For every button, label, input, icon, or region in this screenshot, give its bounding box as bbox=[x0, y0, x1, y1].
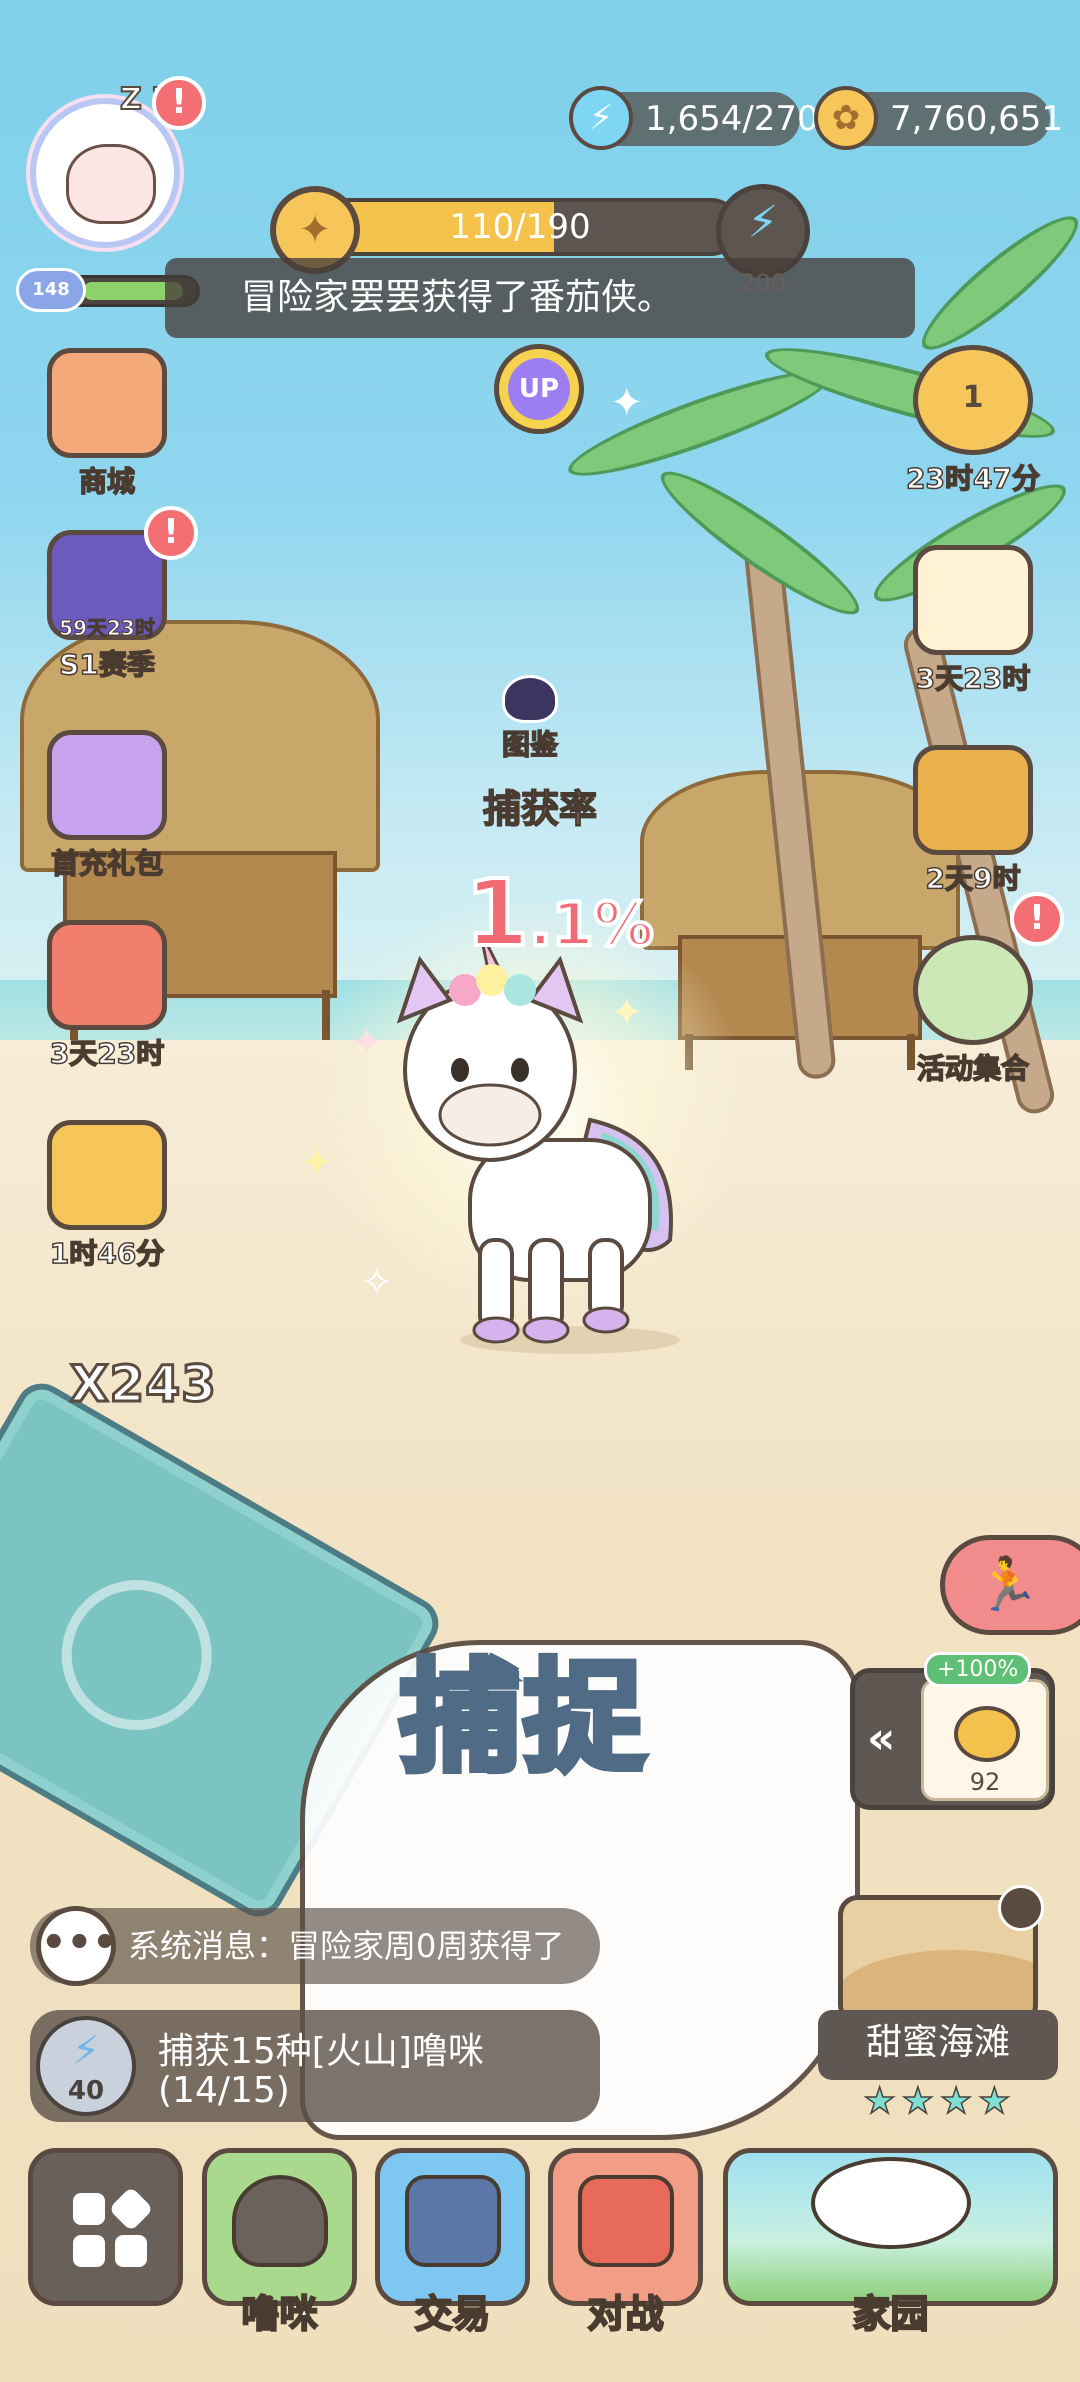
menu-grid-icon bbox=[73, 2186, 154, 2269]
quest-energy-icon: ⚡ 40 bbox=[36, 2016, 136, 2116]
location-stars: ★★★★ bbox=[863, 2080, 1017, 2123]
capture-rate-value: 1.1% bbox=[463, 858, 656, 969]
candy-bonus: +100% bbox=[924, 1652, 1032, 1687]
cat-silhouette-icon bbox=[502, 675, 558, 723]
left-menu-treasure[interactable]: 3天23时 bbox=[22, 920, 192, 1072]
up-label: UP bbox=[508, 358, 570, 420]
nav-trade-button[interactable]: 交易 bbox=[375, 2148, 530, 2337]
location-selector[interactable]: 甜蜜海滩 ★★★★ bbox=[818, 1885, 1058, 2123]
shop-icon bbox=[47, 348, 167, 458]
progress-text: 110/190 bbox=[449, 207, 591, 247]
candy-item-slot[interactable]: « +100% 92 bbox=[850, 1652, 1055, 1810]
energy-bolt-icon: ⚡ bbox=[569, 86, 633, 150]
broadcast-ticker: 冒险家罢罢获得了番茄侠。 bbox=[165, 258, 915, 338]
gold-counter[interactable]: ✿ 7,760,651 bbox=[814, 86, 1063, 150]
penguin-box-icon bbox=[47, 1120, 167, 1230]
collection-button[interactable]: 图鉴 bbox=[480, 675, 580, 763]
level-badge: 148 bbox=[16, 268, 86, 312]
gold-value: 7,760,651 bbox=[890, 99, 1064, 139]
right-menu-badge[interactable]: 2天9时 bbox=[888, 745, 1058, 897]
right-menu-map[interactable]: 3天23时 bbox=[888, 545, 1058, 697]
nav-home-button[interactable]: 家园 bbox=[723, 2148, 1058, 2337]
chat-more-icon[interactable]: ••• bbox=[36, 1906, 118, 1986]
right-menu-trophy[interactable]: 1 23时47分 bbox=[888, 345, 1058, 497]
up-button[interactable]: UP bbox=[494, 344, 584, 434]
right-menu-activities[interactable]: 活动集合 bbox=[888, 935, 1058, 1087]
season-alert-badge: ! bbox=[144, 506, 198, 560]
left-menu-penguin[interactable]: 1时46分 bbox=[22, 1120, 192, 1272]
trophy-icon: 1 bbox=[913, 345, 1033, 455]
card-count: X243 bbox=[69, 1354, 218, 1415]
capture-rate-label: 捕获率 bbox=[482, 786, 598, 832]
catch-button[interactable]: 捕捉 bbox=[397, 1620, 648, 1794]
activity-wreath-icon bbox=[913, 935, 1033, 1045]
badge-icon bbox=[913, 745, 1033, 855]
clock-icon bbox=[998, 1885, 1044, 1931]
battle-icon bbox=[577, 2175, 674, 2267]
energy-value: 1,654/270 bbox=[645, 99, 819, 139]
candy-card[interactable]: +100% 92 bbox=[921, 1652, 1049, 1801]
activities-alert-badge: ! bbox=[1010, 892, 1064, 946]
location-name: 甜蜜海滩 bbox=[818, 2010, 1058, 2080]
home-icon bbox=[810, 2157, 971, 2249]
gift-icon bbox=[47, 730, 167, 840]
candy-count: 92 bbox=[969, 1768, 1001, 1796]
unicorn-creature[interactable] bbox=[380, 940, 700, 1360]
quest-title: 捕获15种[火山]噜咪 bbox=[158, 2031, 484, 2072]
quest-panel[interactable]: ⚡ 40 捕获15种[火山]噜咪 (14/15) bbox=[30, 2010, 600, 2122]
sparkle-icon: ✦ bbox=[610, 380, 644, 426]
run-arrow-icon: 🏃 bbox=[975, 1555, 1040, 1615]
energy-counter[interactable]: ⚡ 1,654/270 bbox=[569, 86, 819, 150]
card-emblem-icon bbox=[34, 1552, 240, 1758]
adventure-progress-bar[interactable]: 110/190 bbox=[300, 198, 740, 256]
quest-progress: (14/15) bbox=[158, 2070, 290, 2111]
nav-lumi-button[interactable]: 噜咪 bbox=[202, 2148, 357, 2337]
trade-icon bbox=[404, 2175, 501, 2267]
nav-menu-button[interactable] bbox=[28, 2148, 183, 2306]
lumi-icon bbox=[231, 2175, 328, 2267]
candy-icon bbox=[954, 1706, 1020, 1762]
map-scroll-icon bbox=[913, 545, 1033, 655]
avatar-alert-badge: ! bbox=[152, 76, 206, 130]
bunny-face-icon bbox=[66, 144, 156, 224]
escape-button[interactable]: 🏃 bbox=[940, 1535, 1080, 1635]
treasure-chest-icon bbox=[47, 920, 167, 1030]
expand-arrows-icon[interactable]: « bbox=[867, 1713, 895, 1764]
energy-bolt-icon: ⚡ bbox=[747, 197, 779, 248]
gold-coin-icon: ✿ bbox=[814, 86, 878, 150]
left-menu-first-charge[interactable]: 首充礼包 bbox=[22, 730, 192, 882]
left-menu-shop[interactable]: 商城 bbox=[22, 348, 192, 500]
nav-battle-button[interactable]: 对战 bbox=[548, 2148, 703, 2337]
